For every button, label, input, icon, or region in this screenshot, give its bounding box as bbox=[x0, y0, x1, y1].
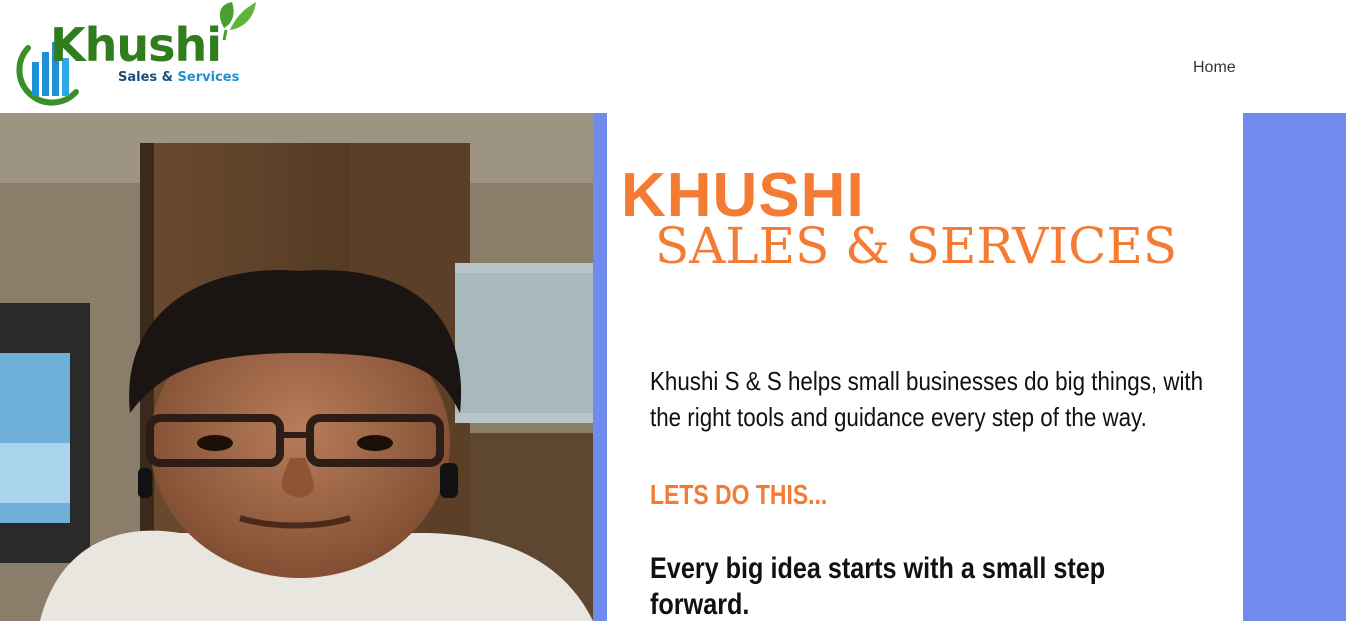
right-accent-bar bbox=[1243, 113, 1346, 621]
logo-tagline-part1: Sales & bbox=[118, 70, 178, 85]
site-header: Khushi Sales & Services Home bbox=[0, 0, 1346, 113]
hero-section: KHUSHI SALES & SERVICES Khushi S & S hel… bbox=[0, 113, 1346, 621]
hero-tagline: Every big idea starts with a small step … bbox=[650, 552, 1106, 621]
founder-photo bbox=[0, 113, 593, 621]
cta-heading: LETS DO THIS... bbox=[650, 479, 828, 510]
hero-description: Khushi S & S helps small businesses do b… bbox=[650, 366, 1204, 432]
hero-subtitle: SALES & SERVICES bbox=[655, 217, 1178, 275]
logo[interactable]: Khushi Sales & Services bbox=[10, 0, 260, 110]
left-accent-bar bbox=[593, 113, 607, 621]
founder-photo-illustration bbox=[0, 113, 593, 621]
logo-tagline-part2: Services bbox=[177, 70, 240, 85]
logo-tagline: Sales & Services bbox=[118, 70, 239, 85]
nav-home-link[interactable]: Home bbox=[1193, 59, 1236, 77]
hero-content: KHUSHI SALES & SERVICES Khushi S & S hel… bbox=[607, 113, 1243, 621]
logo-wordmark: Khushi bbox=[50, 18, 222, 72]
